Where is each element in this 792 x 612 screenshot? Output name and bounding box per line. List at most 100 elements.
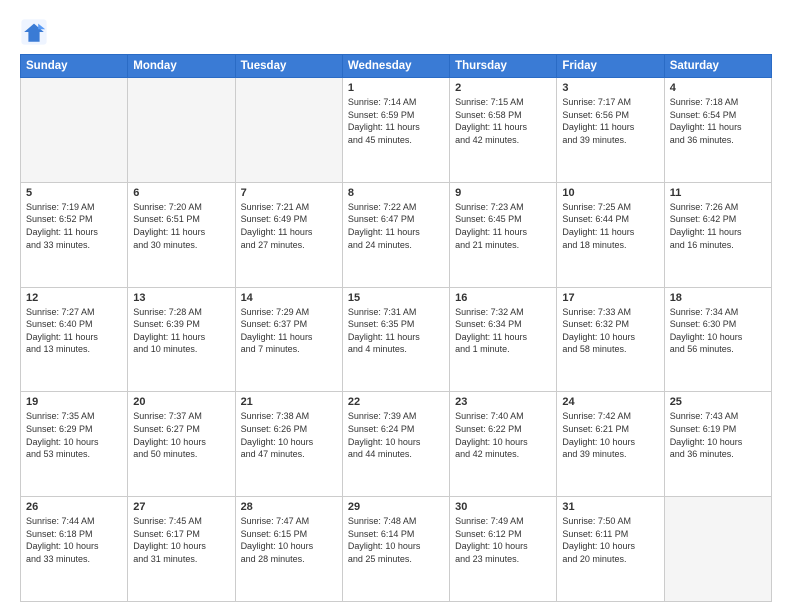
calendar-cell: 21 Sunrise: 7:38 AM Sunset: 6:26 PM Dayli… — [235, 392, 342, 497]
calendar-cell: 16 Sunrise: 7:32 AM Sunset: 6:34 PM Dayli… — [450, 287, 557, 392]
day-info: Sunrise: 7:18 AM Sunset: 6:54 PM Dayligh… — [670, 96, 766, 146]
calendar-cell: 4 Sunrise: 7:18 AM Sunset: 6:54 PM Daylig… — [664, 78, 771, 183]
calendar-week-row: 5 Sunrise: 7:19 AM Sunset: 6:52 PM Daylig… — [21, 182, 772, 287]
day-number: 27 — [133, 501, 229, 513]
calendar-cell: 12 Sunrise: 7:27 AM Sunset: 6:40 PM Dayli… — [21, 287, 128, 392]
day-info: Sunrise: 7:26 AM Sunset: 6:42 PM Dayligh… — [670, 201, 766, 251]
calendar-cell: 6 Sunrise: 7:20 AM Sunset: 6:51 PM Daylig… — [128, 182, 235, 287]
day-info: Sunrise: 7:43 AM Sunset: 6:19 PM Dayligh… — [670, 410, 766, 460]
day-info: Sunrise: 7:48 AM Sunset: 6:14 PM Dayligh… — [348, 515, 444, 565]
day-number: 30 — [455, 501, 551, 513]
calendar-cell: 14 Sunrise: 7:29 AM Sunset: 6:37 PM Dayli… — [235, 287, 342, 392]
day-info: Sunrise: 7:25 AM Sunset: 6:44 PM Dayligh… — [562, 201, 658, 251]
day-info: Sunrise: 7:31 AM Sunset: 6:35 PM Dayligh… — [348, 306, 444, 356]
calendar-cell: 8 Sunrise: 7:22 AM Sunset: 6:47 PM Daylig… — [342, 182, 449, 287]
day-number: 4 — [670, 82, 766, 94]
calendar-cell: 23 Sunrise: 7:40 AM Sunset: 6:22 PM Dayli… — [450, 392, 557, 497]
day-info: Sunrise: 7:29 AM Sunset: 6:37 PM Dayligh… — [241, 306, 337, 356]
calendar-cell: 15 Sunrise: 7:31 AM Sunset: 6:35 PM Dayli… — [342, 287, 449, 392]
day-header-saturday: Saturday — [664, 55, 771, 78]
calendar-week-row: 1Sunrise: 7:14 AM Sunset: 6:59 PM Daylig… — [21, 78, 772, 183]
calendar-cell: 11 Sunrise: 7:26 AM Sunset: 6:42 PM Dayli… — [664, 182, 771, 287]
day-header-friday: Friday — [557, 55, 664, 78]
day-info: Sunrise: 7:44 AM Sunset: 6:18 PM Dayligh… — [26, 515, 122, 565]
day-info: Sunrise: 7:49 AM Sunset: 6:12 PM Dayligh… — [455, 515, 551, 565]
day-info: Sunrise: 7:19 AM Sunset: 6:52 PM Dayligh… — [26, 201, 122, 251]
day-info: Sunrise: 7:42 AM Sunset: 6:21 PM Dayligh… — [562, 410, 658, 460]
day-number: 14 — [241, 292, 337, 304]
calendar-cell: 22 Sunrise: 7:39 AM Sunset: 6:24 PM Dayli… — [342, 392, 449, 497]
day-info: Sunrise: 7:27 AM Sunset: 6:40 PM Dayligh… — [26, 306, 122, 356]
day-header-thursday: Thursday — [450, 55, 557, 78]
calendar-cell: 20Sunrise: 7:37 AM Sunset: 6:27 PM Dayli… — [128, 392, 235, 497]
day-header-sunday: Sunday — [21, 55, 128, 78]
calendar-week-row: 12 Sunrise: 7:27 AM Sunset: 6:40 PM Dayli… — [21, 287, 772, 392]
header — [20, 18, 772, 46]
day-info: Sunrise: 7:47 AM Sunset: 6:15 PM Dayligh… — [241, 515, 337, 565]
day-number: 12 — [26, 292, 122, 304]
day-info: Sunrise: 7:34 AM Sunset: 6:30 PM Dayligh… — [670, 306, 766, 356]
calendar-cell: 25Sunrise: 7:43 AM Sunset: 6:19 PM Dayli… — [664, 392, 771, 497]
day-number: 10 — [562, 187, 658, 199]
day-header-monday: Monday — [128, 55, 235, 78]
day-number: 9 — [455, 187, 551, 199]
day-info: Sunrise: 7:20 AM Sunset: 6:51 PM Dayligh… — [133, 201, 229, 251]
day-info: Sunrise: 7:35 AM Sunset: 6:29 PM Dayligh… — [26, 410, 122, 460]
calendar-cell: 31Sunrise: 7:50 AM Sunset: 6:11 PM Dayli… — [557, 497, 664, 602]
day-info: Sunrise: 7:32 AM Sunset: 6:34 PM Dayligh… — [455, 306, 551, 356]
day-number: 24 — [562, 396, 658, 408]
day-info: Sunrise: 7:40 AM Sunset: 6:22 PM Dayligh… — [455, 410, 551, 460]
calendar-cell: 24 Sunrise: 7:42 AM Sunset: 6:21 PM Dayli… — [557, 392, 664, 497]
day-number: 28 — [241, 501, 337, 513]
day-number: 15 — [348, 292, 444, 304]
day-number: 16 — [455, 292, 551, 304]
calendar-cell: 19 Sunrise: 7:35 AM Sunset: 6:29 PM Dayli… — [21, 392, 128, 497]
page: SundayMondayTuesdayWednesdayThursdayFrid… — [0, 0, 792, 612]
calendar-week-row: 19 Sunrise: 7:35 AM Sunset: 6:29 PM Dayli… — [21, 392, 772, 497]
day-number: 22 — [348, 396, 444, 408]
calendar-cell: 13 Sunrise: 7:28 AM Sunset: 6:39 PM Dayli… — [128, 287, 235, 392]
calendar-cell: 10 Sunrise: 7:25 AM Sunset: 6:44 PM Dayli… — [557, 182, 664, 287]
day-header-tuesday: Tuesday — [235, 55, 342, 78]
calendar-cell: 2Sunrise: 7:15 AM Sunset: 6:58 PM Daylig… — [450, 78, 557, 183]
calendar-cell — [128, 78, 235, 183]
logo-icon — [20, 18, 48, 46]
day-info: Sunrise: 7:22 AM Sunset: 6:47 PM Dayligh… — [348, 201, 444, 251]
day-number: 21 — [241, 396, 337, 408]
calendar-cell: 1Sunrise: 7:14 AM Sunset: 6:59 PM Daylig… — [342, 78, 449, 183]
day-info: Sunrise: 7:39 AM Sunset: 6:24 PM Dayligh… — [348, 410, 444, 460]
day-number: 23 — [455, 396, 551, 408]
logo — [20, 18, 52, 46]
day-info: Sunrise: 7:28 AM Sunset: 6:39 PM Dayligh… — [133, 306, 229, 356]
calendar-cell — [235, 78, 342, 183]
day-info: Sunrise: 7:33 AM Sunset: 6:32 PM Dayligh… — [562, 306, 658, 356]
day-info: Sunrise: 7:17 AM Sunset: 6:56 PM Dayligh… — [562, 96, 658, 146]
calendar-header-row: SundayMondayTuesdayWednesdayThursdayFrid… — [21, 55, 772, 78]
day-number: 11 — [670, 187, 766, 199]
day-number: 19 — [26, 396, 122, 408]
day-number: 20 — [133, 396, 229, 408]
day-number: 8 — [348, 187, 444, 199]
calendar-cell: 9 Sunrise: 7:23 AM Sunset: 6:45 PM Daylig… — [450, 182, 557, 287]
day-info: Sunrise: 7:23 AM Sunset: 6:45 PM Dayligh… — [455, 201, 551, 251]
day-number: 5 — [26, 187, 122, 199]
day-number: 7 — [241, 187, 337, 199]
calendar-cell: 29Sunrise: 7:48 AM Sunset: 6:14 PM Dayli… — [342, 497, 449, 602]
calendar-week-row: 26Sunrise: 7:44 AM Sunset: 6:18 PM Dayli… — [21, 497, 772, 602]
day-info: Sunrise: 7:45 AM Sunset: 6:17 PM Dayligh… — [133, 515, 229, 565]
day-info: Sunrise: 7:38 AM Sunset: 6:26 PM Dayligh… — [241, 410, 337, 460]
day-number: 3 — [562, 82, 658, 94]
calendar-table: SundayMondayTuesdayWednesdayThursdayFrid… — [20, 54, 772, 602]
calendar-cell: 17 Sunrise: 7:33 AM Sunset: 6:32 PM Dayli… — [557, 287, 664, 392]
day-number: 2 — [455, 82, 551, 94]
day-number: 17 — [562, 292, 658, 304]
day-number: 13 — [133, 292, 229, 304]
calendar-cell: 18 Sunrise: 7:34 AM Sunset: 6:30 PM Dayli… — [664, 287, 771, 392]
day-header-wednesday: Wednesday — [342, 55, 449, 78]
day-info: Sunrise: 7:14 AM Sunset: 6:59 PM Dayligh… — [348, 96, 444, 146]
day-info: Sunrise: 7:50 AM Sunset: 6:11 PM Dayligh… — [562, 515, 658, 565]
day-number: 18 — [670, 292, 766, 304]
calendar-cell: 26Sunrise: 7:44 AM Sunset: 6:18 PM Dayli… — [21, 497, 128, 602]
day-number: 6 — [133, 187, 229, 199]
day-info: Sunrise: 7:21 AM Sunset: 6:49 PM Dayligh… — [241, 201, 337, 251]
